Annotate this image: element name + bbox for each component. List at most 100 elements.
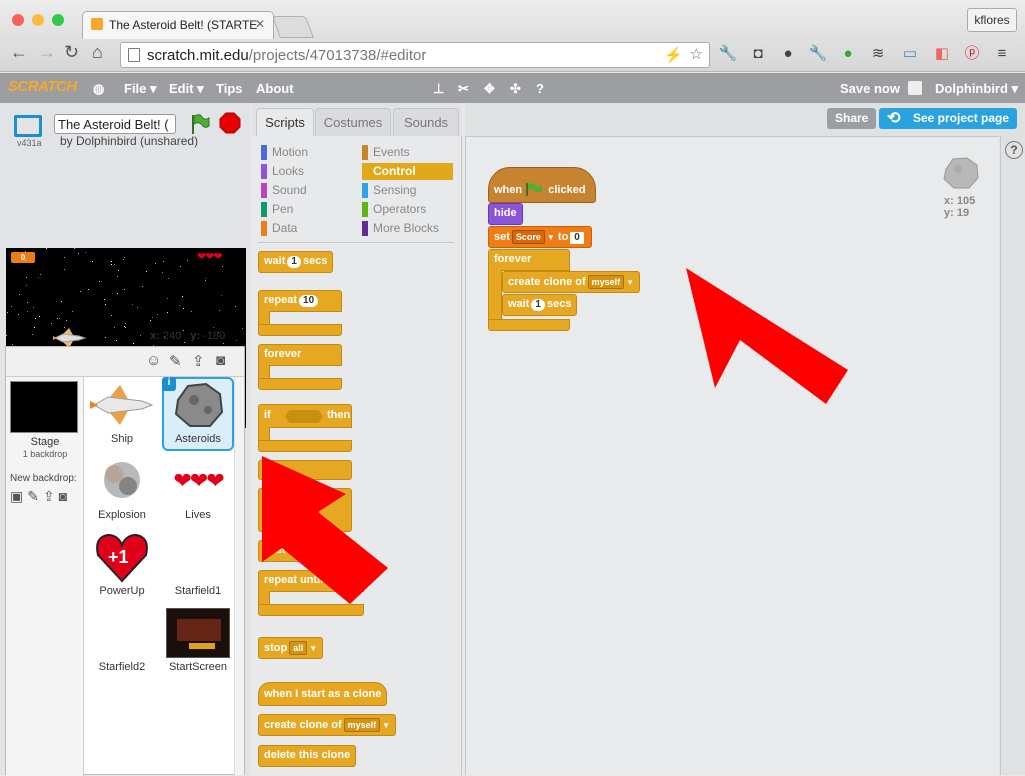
camera-sprite-icon[interactable]: ◙ xyxy=(216,352,225,369)
palette-wait-until-block[interactable]: wait until xyxy=(258,540,318,562)
tool-icon[interactable]: 🔧 xyxy=(808,44,828,64)
palette-create-clone-block[interactable]: create clone of myself ▼ xyxy=(258,714,397,736)
screen-icon[interactable]: ▭ xyxy=(900,44,920,64)
reload-icon[interactable]: ↻ xyxy=(64,42,79,63)
sprite-info-icon[interactable]: i xyxy=(162,377,176,391)
camera-backdrop-icon[interactable]: ◙ xyxy=(59,488,71,504)
star-dot xyxy=(157,314,158,315)
mask-icon[interactable]: ● xyxy=(778,44,798,64)
menu-icon[interactable]: ≡ xyxy=(992,44,1012,64)
zoom-window-icon[interactable] xyxy=(52,14,64,26)
hide-block[interactable]: hide xyxy=(488,203,523,225)
score-monitor[interactable]: 0 xyxy=(11,252,35,263)
grow-tool-icon[interactable]: ✥ xyxy=(484,81,495,97)
sprite-lives[interactable]: ❤❤❤ Lives xyxy=(162,455,234,521)
palette-if-else-body[interactable] xyxy=(258,488,352,532)
k-icon[interactable]: ◧ xyxy=(932,44,952,64)
project-title-input[interactable]: The Asteroid Belt! ( xyxy=(54,114,176,134)
category-sound[interactable]: Sound xyxy=(261,182,307,199)
account-menu[interactable]: Dolphinbird ▾ xyxy=(935,81,1018,97)
globe-icon[interactable]: ◍ xyxy=(93,81,104,97)
palette-forever-block[interactable]: forever xyxy=(258,344,342,390)
upload-sprite-icon[interactable]: ⇪ xyxy=(192,352,205,370)
bookmark-star-icon[interactable]: ☆ xyxy=(690,45,703,63)
palette-delete-clone-block[interactable]: delete this clone xyxy=(258,745,357,767)
category-data[interactable]: Data xyxy=(261,220,297,237)
tab-sounds[interactable]: Sounds xyxy=(393,108,459,136)
sprite-startscreen[interactable]: StartScreen xyxy=(162,607,234,673)
close-window-icon[interactable] xyxy=(12,14,24,26)
palette-if-else-block[interactable] xyxy=(258,460,352,480)
palette-repeat-block[interactable]: repeat 10 xyxy=(258,290,342,336)
sprite-starfield2[interactable]: Starfield2 xyxy=(86,607,158,673)
category-looks[interactable]: Looks xyxy=(261,163,304,180)
stop-sign-icon[interactable] xyxy=(219,112,241,134)
sprite-ship[interactable]: Ship xyxy=(86,379,158,445)
category-motion[interactable]: Motion xyxy=(261,144,308,161)
save-now-button[interactable]: Save now xyxy=(840,81,900,96)
powerup-text: +1 xyxy=(108,547,129,567)
tab-scripts[interactable]: Scripts xyxy=(256,108,314,136)
tab-costumes[interactable]: Costumes xyxy=(315,108,391,136)
set-score-block[interactable]: set Score ▼ to 0 xyxy=(488,226,592,248)
forward-icon[interactable]: → xyxy=(38,42,56,63)
tab-close-icon[interactable]: ✕ xyxy=(255,17,265,31)
palette-wait-block[interactable]: wait 1 secs xyxy=(258,251,334,273)
layers-icon[interactable]: ≋ xyxy=(868,44,888,64)
help-icon[interactable]: ? xyxy=(536,81,544,96)
share-button[interactable]: Share xyxy=(827,108,877,129)
browser-tab[interactable]: The Asteroid Belt! (STARTE ✕ xyxy=(82,11,274,39)
lightning-icon[interactable]: ⚡ xyxy=(664,46,683,64)
duplicate-tool-icon[interactable]: ⊥ xyxy=(433,81,444,97)
tips-menu[interactable]: Tips xyxy=(216,81,243,96)
when-flag-clicked-block[interactable]: when clicked xyxy=(488,167,596,203)
sprite-scrollbar[interactable] xyxy=(234,377,244,775)
minimize-window-icon[interactable] xyxy=(32,14,44,26)
pinterest-icon[interactable]: ⓟ xyxy=(962,44,982,64)
green-badge-icon[interactable]: ● xyxy=(838,44,858,64)
category-events[interactable]: Events xyxy=(362,144,410,161)
sprite-asteroids[interactable]: i Asteroids xyxy=(162,377,234,451)
palette-stop-block[interactable]: stop all ▼ xyxy=(258,637,324,659)
back-icon[interactable]: ← xyxy=(10,42,28,63)
file-menu[interactable]: File ▾ xyxy=(124,81,157,97)
backdrop-library-icon[interactable]: ▣ xyxy=(10,488,27,504)
shrink-tool-icon[interactable]: ✣ xyxy=(510,81,521,97)
palette-if-block[interactable]: if then xyxy=(258,404,352,452)
pocket-icon[interactable]: ◘ xyxy=(748,44,768,64)
palette-repeat-until-block[interactable]: repeat until xyxy=(258,570,364,616)
paint-sprite-icon[interactable]: ✎ xyxy=(169,352,182,370)
see-project-page-button[interactable]: ⟲ See project page xyxy=(879,108,1018,129)
profile-button[interactable]: kflores xyxy=(967,8,1017,32)
create-clone-block[interactable]: create clone of myself ▼ xyxy=(502,271,641,293)
wrench-icon[interactable]: 🔧 xyxy=(718,44,738,64)
edit-menu[interactable]: Edit ▾ xyxy=(169,81,204,97)
home-icon[interactable]: ⌂ xyxy=(92,42,103,63)
forever-block[interactable]: forever create clone of myself ▼ wait 1 secs xyxy=(488,249,648,331)
category-pen[interactable]: Pen xyxy=(261,201,293,218)
sprite-starfield1[interactable]: Starfield1 xyxy=(162,531,234,597)
ship-sprite[interactable] xyxy=(53,328,87,348)
palette-when-start-clone-block[interactable]: when I start as a clone xyxy=(258,682,388,706)
category-control[interactable]: Control xyxy=(362,163,453,180)
paint-backdrop-icon[interactable]: ✎ xyxy=(27,488,43,504)
category-sensing[interactable]: Sensing xyxy=(362,182,416,199)
new-tab-button[interactable] xyxy=(271,16,315,38)
sprite-powerup[interactable]: +1 PowerUp xyxy=(86,531,158,597)
address-bar[interactable]: scratch.mit.edu/projects/47013738/#edito… xyxy=(120,42,710,68)
fullscreen-icon[interactable] xyxy=(14,115,42,137)
sprite-explosion[interactable]: Explosion xyxy=(86,455,158,521)
wait-block[interactable]: wait 1 secs xyxy=(502,294,578,316)
browser-chrome: The Asteroid Belt! (STARTE ✕ kflores ← →… xyxy=(0,0,1025,72)
green-flag-icon[interactable] xyxy=(190,113,210,134)
upload-backdrop-icon[interactable]: ⇪ xyxy=(43,488,59,504)
stage-thumbnail[interactable] xyxy=(10,381,78,433)
category-more[interactable]: More Blocks xyxy=(362,220,439,237)
cut-tool-icon[interactable]: ✂ xyxy=(458,81,469,97)
scratch-logo[interactable]: SCRATCH xyxy=(8,78,77,95)
script-canvas[interactable]: x: 105 y: 19 when clicked hide set Score ▼… xyxy=(465,136,999,775)
sprite-library-icon[interactable]: ☺ xyxy=(146,352,161,369)
category-operators[interactable]: Operators xyxy=(362,201,426,218)
about-menu[interactable]: About xyxy=(256,81,294,96)
help-circle-icon[interactable]: ? xyxy=(1005,141,1023,159)
